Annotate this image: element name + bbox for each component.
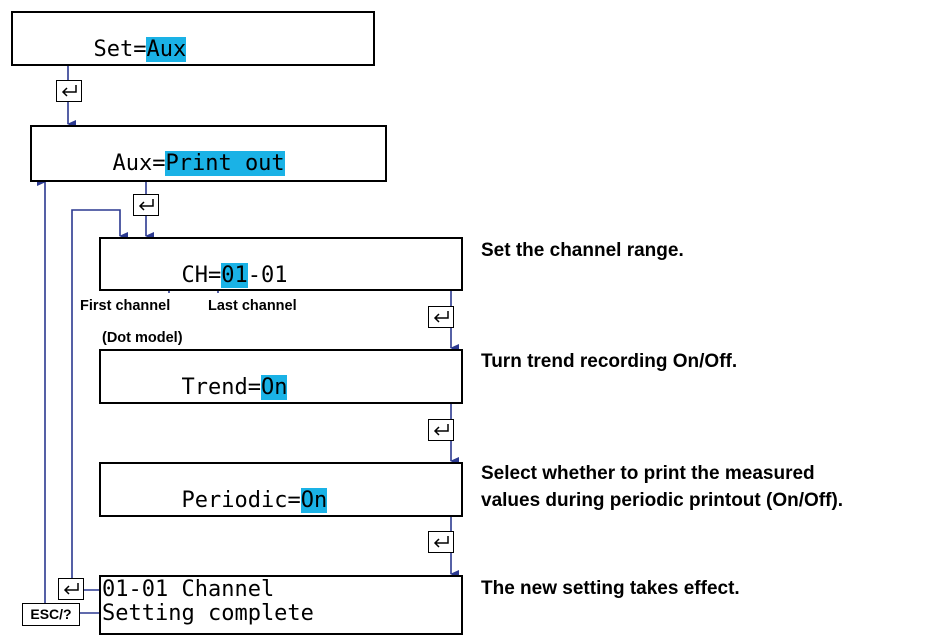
screen-setting-complete: 01-01 Channel Setting complete bbox=[99, 575, 463, 635]
complete-line1: 01-01 Channel bbox=[102, 577, 275, 602]
ch-separator: - bbox=[247, 263, 261, 288]
esc-key[interactable]: ESC/? bbox=[22, 603, 80, 626]
periodic-value: On bbox=[300, 488, 328, 513]
ch-last: 01 bbox=[260, 263, 288, 288]
enter-key[interactable] bbox=[428, 419, 454, 441]
enter-return-icon bbox=[433, 311, 449, 323]
ch-prefix: CH= bbox=[181, 263, 222, 288]
aux-value: Print out bbox=[165, 151, 285, 176]
set-prefix: Set= bbox=[93, 37, 147, 62]
description-periodic-line1: Select whether to print the measured bbox=[481, 463, 815, 484]
screen-aux: Aux=Print out bbox=[30, 125, 387, 182]
aux-prefix: Aux= bbox=[112, 151, 166, 176]
screen-channel: CH=01-01 bbox=[99, 237, 463, 291]
trend-value: On bbox=[260, 375, 288, 400]
screen-set: Set=Aux bbox=[11, 11, 375, 66]
enter-return-icon bbox=[433, 536, 449, 548]
enter-key[interactable] bbox=[58, 578, 84, 600]
screen-periodic: Periodic=On bbox=[99, 462, 463, 517]
enter-return-icon bbox=[63, 583, 79, 595]
description-periodic-line2: values during periodic printout (On/Off)… bbox=[481, 490, 844, 511]
settings-flow-diagram: ESC/? Set=Aux Aux=Print out CH=01-01 Set… bbox=[0, 0, 943, 635]
periodic-prefix: Periodic= bbox=[181, 488, 301, 513]
set-value: Aux bbox=[146, 37, 187, 62]
ch-first: 01 bbox=[221, 263, 248, 288]
description-trend: Turn trend recording On/Off. bbox=[481, 351, 738, 372]
description-channel-range: Set the channel range. bbox=[481, 240, 684, 261]
complete-line2: Setting complete bbox=[102, 601, 314, 626]
screen-trend: Trend=On bbox=[99, 349, 463, 404]
enter-key[interactable] bbox=[428, 531, 454, 553]
description-complete: The new setting takes effect. bbox=[481, 578, 740, 599]
label-last-channel: Last channel bbox=[208, 298, 297, 314]
enter-key[interactable] bbox=[428, 306, 454, 328]
label-dot-model: (Dot model) bbox=[102, 330, 183, 346]
trend-prefix: Trend= bbox=[181, 375, 261, 400]
enter-return-icon bbox=[433, 424, 449, 436]
label-first-channel: First channel bbox=[80, 298, 171, 314]
